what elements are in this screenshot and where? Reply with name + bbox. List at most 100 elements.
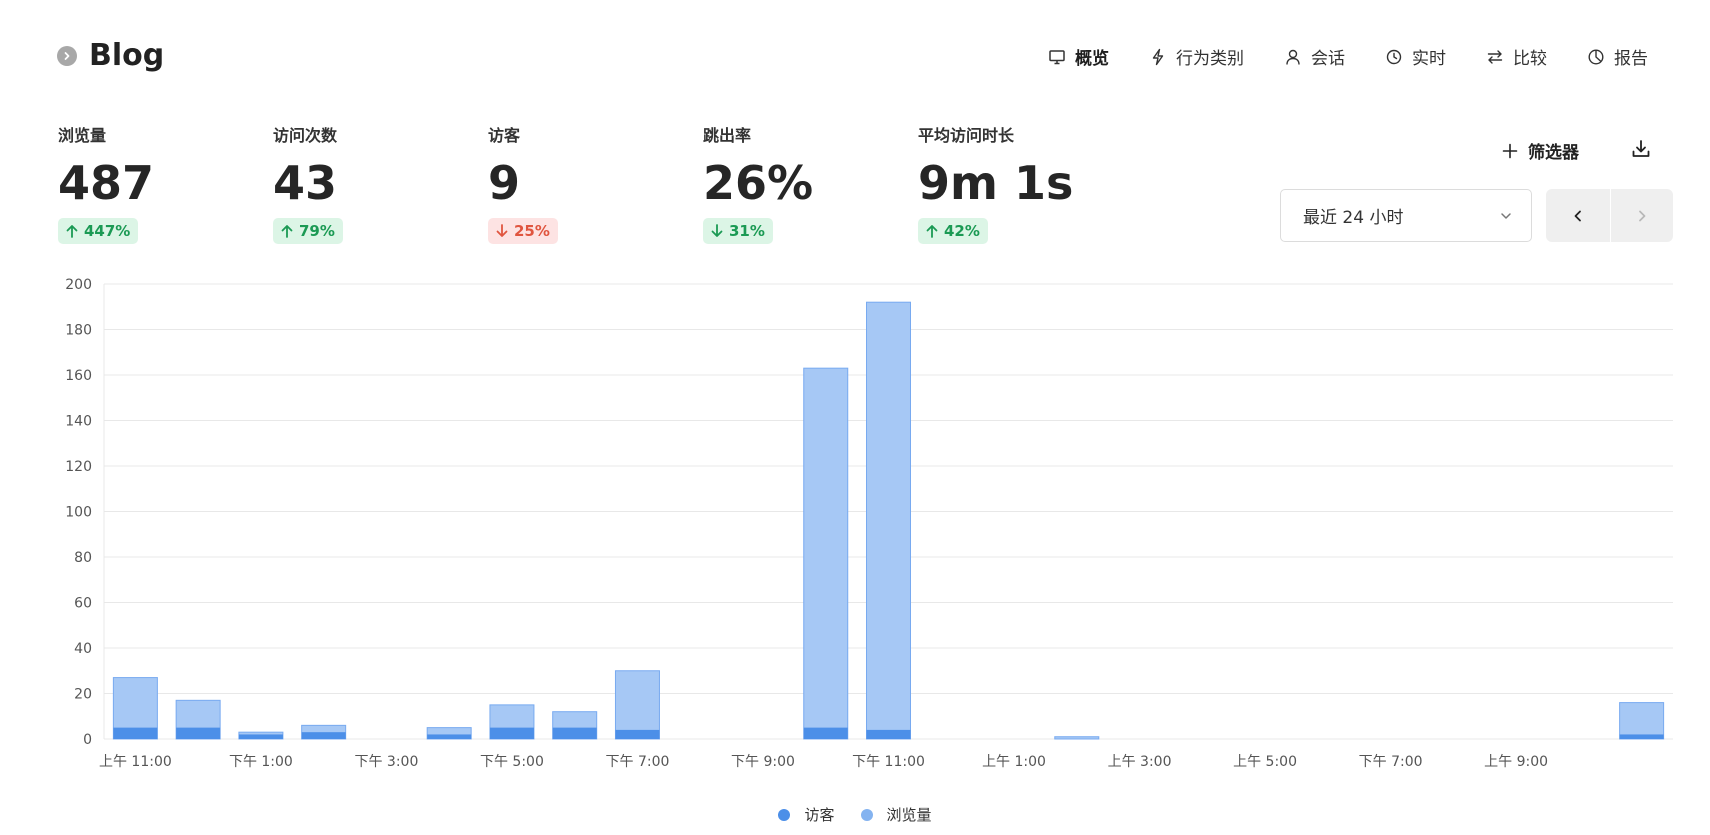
traffic-chart: 0 20 40 60 80 100 120 140 160 180 200 上午 11:00 下午 1:… xyxy=(65,277,1673,770)
bar-visitors xyxy=(238,734,283,739)
bar-visitors xyxy=(113,727,158,739)
y-tick-label: 140 xyxy=(65,414,92,430)
nav-label: 报告 xyxy=(1614,49,1648,69)
filter-label: 筛选器 xyxy=(1528,143,1579,163)
x-tick-label: 下午 11:00 xyxy=(852,754,925,770)
nav-realtime[interactable]: 实时 xyxy=(1385,44,1446,69)
x-tick-label: 下午 3:00 xyxy=(354,754,418,770)
add-filter-button[interactable]: 筛选器 xyxy=(1502,138,1579,163)
monitor-icon xyxy=(1049,49,1065,64)
metric-value: 9m 1s xyxy=(918,156,1074,210)
clock-icon xyxy=(1386,49,1402,64)
bar-pageviews xyxy=(866,301,911,740)
metric-change-value: 42% xyxy=(944,222,980,240)
previous-period-button[interactable] xyxy=(1546,189,1610,242)
x-tick-label: 上午 11:00 xyxy=(99,754,172,770)
metric-change-badge: 447% xyxy=(58,218,139,244)
metric-label: 跳出率 xyxy=(703,126,752,145)
metric-change-value: 31% xyxy=(729,222,765,240)
header: Blog 概览 行为类别 会话 实时 比较 报告 xyxy=(0,0,1710,110)
nav-label: 实时 xyxy=(1412,49,1446,69)
arrow-down-icon xyxy=(711,224,723,237)
legend-swatch xyxy=(778,808,791,821)
x-tick-label: 下午 7:00 xyxy=(606,754,670,770)
y-tick-label: 20 xyxy=(74,687,92,703)
metric-change-badge: 42% xyxy=(918,218,988,244)
next-period-button[interactable] xyxy=(1609,189,1674,242)
user-icon xyxy=(1286,49,1300,65)
chart-legend: 访客 浏览量 xyxy=(0,804,1710,825)
metric-visitors: 访客 9 25% xyxy=(488,122,558,244)
metric-bounce-rate: 跳出率 26% 31% xyxy=(703,122,813,244)
download-icon xyxy=(1632,140,1650,157)
metric-avg-duration: 平均访问时长 9m 1s 42% xyxy=(918,122,1073,244)
metric-pageviews: 浏览量 487 447% xyxy=(58,122,154,244)
metric-change-value: 447% xyxy=(84,222,131,240)
bolt-icon xyxy=(1152,48,1164,65)
metric-value: 9 xyxy=(488,156,521,210)
y-tick-label: 120 xyxy=(65,459,92,475)
nav-label: 会话 xyxy=(1311,49,1345,69)
bar-visitors xyxy=(615,729,660,739)
bar-visitors xyxy=(176,727,221,739)
metric-change-value: 25% xyxy=(514,222,550,240)
nav-label: 概览 xyxy=(1075,49,1109,69)
metric-label: 平均访问时长 xyxy=(918,126,1015,145)
metric-value: 43 xyxy=(273,156,338,210)
bar-visitors xyxy=(489,727,534,739)
y-tick-label: 0 xyxy=(83,732,92,748)
date-pager xyxy=(1546,189,1673,242)
metric-label: 访问次数 xyxy=(273,126,338,145)
chevron-right-icon xyxy=(1638,210,1646,221)
bar-visitors xyxy=(301,732,346,739)
y-tick-label: 180 xyxy=(65,323,92,339)
pie-icon xyxy=(1588,48,1604,65)
site-title: Blog xyxy=(89,38,165,73)
nav-label: 比较 xyxy=(1513,49,1547,69)
legend-item-visitors[interactable]: 访客 xyxy=(778,804,835,825)
nav-compare[interactable]: 比较 xyxy=(1486,44,1547,69)
metric-value: 26% xyxy=(703,156,814,210)
nav-sessions[interactable]: 会话 xyxy=(1284,44,1345,69)
nav-overview[interactable]: 概览 xyxy=(1048,44,1109,69)
y-tick-label: 100 xyxy=(65,505,92,521)
metric-visits: 访问次数 43 79% xyxy=(273,122,343,244)
metric-value: 487 xyxy=(58,156,155,210)
nav-events[interactable]: 行为类别 xyxy=(1149,44,1244,69)
legend-swatch xyxy=(860,808,873,821)
bar-visitors xyxy=(803,727,848,739)
metric-change-badge: 79% xyxy=(273,218,343,244)
date-range-value: 最近 24 小时 xyxy=(1303,208,1404,228)
legend-label: 浏览量 xyxy=(886,806,932,824)
site-title-group[interactable]: Blog xyxy=(57,38,164,73)
y-tick-label: 60 xyxy=(74,596,92,612)
y-tick-label: 200 xyxy=(65,277,92,293)
chevron-down-icon xyxy=(1501,213,1511,219)
x-tick-label: 下午 9:00 xyxy=(731,754,795,770)
legend-label: 访客 xyxy=(804,806,835,824)
x-tick-label: 上午 9:00 xyxy=(1484,754,1548,770)
metric-label: 访客 xyxy=(488,126,521,145)
x-tick-label: 下午 1:00 xyxy=(229,754,293,770)
x-tick-label: 上午 1:00 xyxy=(982,754,1046,770)
download-button[interactable] xyxy=(1630,138,1652,160)
arrow-up-icon xyxy=(66,225,78,238)
metric-change-badge: 31% xyxy=(703,218,773,244)
x-tick-label: 上午 5:00 xyxy=(1233,754,1297,770)
swap-icon xyxy=(1487,49,1503,64)
arrow-down-icon xyxy=(496,224,508,237)
arrow-up-icon xyxy=(926,225,938,238)
x-tick-label: 下午 7:00 xyxy=(1359,754,1423,770)
nav-reports[interactable]: 报告 xyxy=(1587,44,1648,69)
legend-item-pageviews[interactable]: 浏览量 xyxy=(860,804,932,825)
chevron-right-icon[interactable] xyxy=(57,45,77,66)
bar-visitors xyxy=(866,729,911,739)
bar-visitors xyxy=(1619,734,1664,739)
x-tick-label: 下午 5:00 xyxy=(480,754,544,770)
date-range-select[interactable]: 最近 24 小时 xyxy=(1280,189,1532,242)
bar-pageviews xyxy=(1054,736,1100,740)
metric-change-value: 79% xyxy=(299,222,335,240)
y-tick-label: 80 xyxy=(74,550,92,566)
chevron-left-icon xyxy=(1574,210,1581,221)
y-tick-label: 40 xyxy=(74,641,92,657)
